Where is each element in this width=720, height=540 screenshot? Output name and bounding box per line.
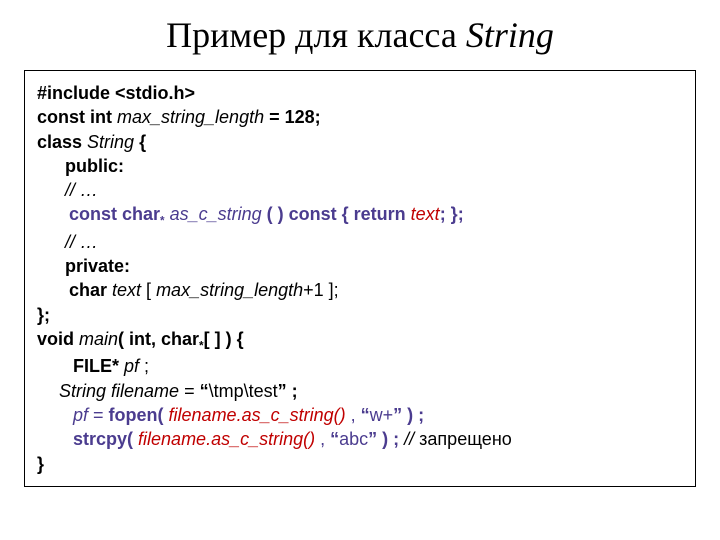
fopen-arg: filename.as_c_string() [169, 405, 346, 425]
title-prefix: Пример для класса [166, 15, 466, 55]
max-string-length-name: max_string_length [117, 107, 264, 127]
code-line-4: public: [37, 154, 687, 178]
class-name: String [87, 132, 134, 152]
code-line-13: String filename = “\tmp\test” ; [37, 379, 687, 403]
code-line-6: const char* as_c_string ( ) const { retu… [37, 202, 687, 229]
main-name: main [79, 329, 118, 349]
fopen-mode: w+ [370, 405, 394, 425]
include-keyword: #include [37, 83, 115, 103]
filename-path: \tmp\test [209, 381, 278, 401]
fopen-q2: ” ) ; [393, 405, 424, 425]
code-line-7: // … [37, 230, 687, 254]
pf-var: pf [124, 356, 139, 376]
main-tail: [ ] ) { [204, 329, 244, 349]
q-open: “ [200, 381, 209, 401]
slide-title: Пример для класса String [24, 14, 696, 56]
code-line-2: const int max_string_length = 128; [37, 105, 687, 129]
strcpy-q2: ” ) ; [368, 429, 399, 449]
comment-text: запрещено [419, 429, 512, 449]
code-line-12: FILE* pf ; [37, 354, 687, 378]
code-line-8: private: [37, 254, 687, 278]
code-line-11: void main( int, char*[ ] ) { [37, 327, 687, 354]
code-line-3: class String { [37, 130, 687, 154]
bracket-tail: +1 ]; [303, 280, 339, 300]
code-box: #include <stdio.h> const int max_string_… [24, 70, 696, 487]
as-c-string-tail: ; }; [440, 204, 464, 224]
filename-decl: String filename [59, 381, 179, 401]
fopen-comma: , [346, 405, 361, 425]
main-paren: ( int, char [118, 329, 199, 349]
code-line-5: // … [37, 178, 687, 202]
fopen-call: fopen( [109, 405, 169, 425]
return-text: text [411, 204, 440, 224]
include-header: <stdio.h> [115, 83, 195, 103]
public-keyword: public: [65, 156, 124, 176]
as-c-string-mid: ( ) const { return [262, 204, 411, 224]
pf-eq: = [88, 405, 109, 425]
class-keyword: class [37, 132, 87, 152]
file-type: FILE* [73, 356, 124, 376]
const-tail: = 128; [264, 107, 321, 127]
max-name-ref: max_string_length [156, 280, 303, 300]
strcpy-call: strcpy( [73, 429, 138, 449]
code-line-14: pf = fopen( filename.as_c_string() , “w+… [37, 403, 687, 427]
void-keyword: void [37, 329, 79, 349]
code-line-10: }; [37, 303, 687, 327]
as-c-string-fn: as_c_string [165, 204, 262, 224]
pf-tail: ; [139, 356, 149, 376]
fopen-q1: “ [361, 405, 370, 425]
text-member: text [112, 280, 141, 300]
strcpy-arg: filename.as_c_string() [138, 429, 315, 449]
strcpy-q1: “ [330, 429, 339, 449]
strcpy-comma: , [315, 429, 330, 449]
char-keyword: char [69, 280, 112, 300]
class-brace: { [134, 132, 146, 152]
bracket-open: [ [141, 280, 156, 300]
code-line-16: } [37, 452, 687, 476]
code-line-1: #include <stdio.h> [37, 81, 687, 105]
pf-assign: pf [73, 405, 88, 425]
code-line-15: strcpy( filename.as_c_string() , “abc” )… [37, 427, 687, 451]
title-class-name: String [466, 15, 554, 55]
const-int: const int [37, 107, 117, 127]
filename-eq: = [179, 381, 200, 401]
private-keyword: private: [65, 256, 130, 276]
strcpy-abc: abc [339, 429, 368, 449]
const-char: const char [69, 204, 160, 224]
slide: Пример для класса String #include <stdio… [0, 0, 720, 540]
comment-slash: // [399, 429, 419, 449]
code-line-9: char text [ max_string_length+1 ]; [37, 278, 687, 302]
q-close: ” ; [278, 381, 298, 401]
